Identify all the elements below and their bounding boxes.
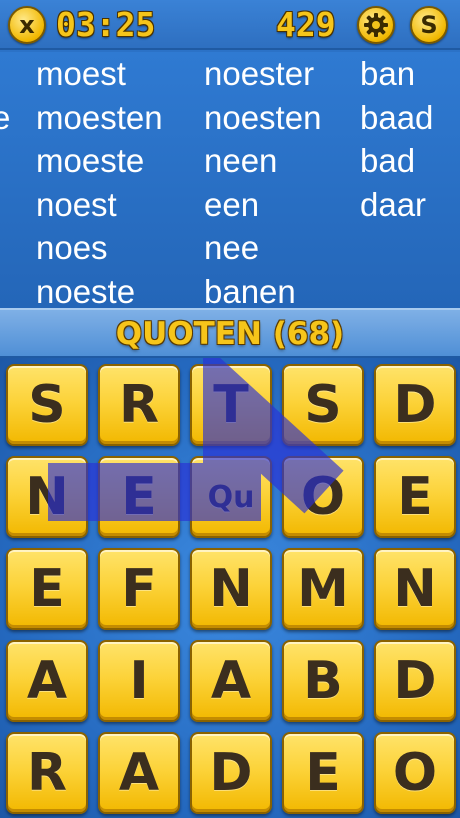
tile-letter: D xyxy=(393,651,437,711)
letter-board[interactable]: S R T S D N E Qu O E E F N M N A I A B D R A D E O xyxy=(0,358,460,818)
word-column-1: moest moesten moeste noest noes noeste xyxy=(36,52,163,308)
tile-letter: O xyxy=(300,467,346,527)
letter-tile[interactable]: R xyxy=(6,732,88,814)
letter-tile[interactable]: E xyxy=(282,732,364,814)
letter-tile[interactable]: B xyxy=(282,640,364,722)
tile-letter: S xyxy=(304,375,342,435)
tile-letter: D xyxy=(393,375,437,435)
word-column-2: noester noesten neen een nee banen xyxy=(204,52,321,308)
letter-tile[interactable]: D xyxy=(374,640,456,722)
word-item: moeste xyxy=(36,142,145,179)
letter-tile[interactable]: D xyxy=(190,732,272,814)
found-words-list: e moest moesten moeste noest noes noeste… xyxy=(0,52,460,308)
word-column-partial: e xyxy=(0,96,10,140)
tile-letter: T xyxy=(213,375,249,435)
close-icon: x xyxy=(19,11,35,39)
tile-letter: A xyxy=(210,651,252,711)
letter-tile[interactable]: E xyxy=(98,456,180,538)
letter-tile[interactable]: T xyxy=(190,364,272,446)
word-item: nee xyxy=(204,229,260,266)
top-bar: x 03:25 429 S xyxy=(0,0,460,50)
tile-letter: I xyxy=(129,651,149,711)
tile-letter: Qu xyxy=(207,479,255,515)
score: 429 xyxy=(276,5,336,44)
letter-tile[interactable]: S xyxy=(282,364,364,446)
tile-letter: M xyxy=(297,559,349,619)
tile-letter: D xyxy=(209,743,253,803)
tile-letter: B xyxy=(303,651,343,711)
tile-letter: R xyxy=(26,743,68,803)
letter-tile[interactable]: E xyxy=(6,548,88,630)
word-item: neen xyxy=(204,142,278,179)
tile-letter: E xyxy=(29,559,65,619)
tile-letter: E xyxy=(121,467,157,527)
word-item: baad xyxy=(360,98,434,136)
word-item: ban xyxy=(360,55,416,92)
word-item: e xyxy=(0,98,11,136)
word-item: noes xyxy=(36,229,108,266)
letter-tile[interactable]: M xyxy=(282,548,364,630)
word-column-3: ban baad bad daar xyxy=(360,52,433,226)
letter-tile[interactable]: O xyxy=(282,456,364,538)
word-item: banen xyxy=(204,272,296,309)
word-item: een xyxy=(204,185,260,223)
word-item: noester xyxy=(204,55,315,92)
letter-tile[interactable]: F xyxy=(98,548,180,630)
close-button[interactable]: x xyxy=(8,6,46,44)
letter-tile[interactable]: A xyxy=(190,640,272,722)
letter-tile[interactable]: A xyxy=(6,640,88,722)
word-item: noesten xyxy=(204,98,322,136)
word-item: noeste xyxy=(36,272,136,309)
tile-letter: S xyxy=(28,375,66,435)
tile-letter: A xyxy=(26,651,68,711)
letter-tile[interactable]: N xyxy=(374,548,456,630)
letter-tile[interactable]: R xyxy=(98,364,180,446)
word-item: moesten xyxy=(36,98,163,136)
coin-icon: S xyxy=(420,11,438,39)
tile-letter: E xyxy=(305,743,341,803)
letter-tile[interactable]: E xyxy=(374,456,456,538)
word-item: daar xyxy=(360,185,427,223)
letter-tile[interactable]: A xyxy=(98,732,180,814)
tile-letter: N xyxy=(25,467,69,527)
letter-tile[interactable]: D xyxy=(374,364,456,446)
tile-letter: F xyxy=(121,559,157,619)
tile-letter: O xyxy=(392,743,438,803)
letter-tile[interactable]: O xyxy=(374,732,456,814)
tile-letter: E xyxy=(397,467,433,527)
coins-button[interactable]: S xyxy=(410,6,448,44)
word-item: moest xyxy=(36,55,126,92)
letter-tile[interactable]: N xyxy=(6,456,88,538)
tile-letter: N xyxy=(393,559,437,619)
word-item: noest xyxy=(36,185,117,223)
letter-tile[interactable]: Qu xyxy=(190,456,272,538)
letter-tile[interactable]: I xyxy=(98,640,180,722)
letter-tile[interactable]: N xyxy=(190,548,272,630)
tile-letter: R xyxy=(118,375,160,435)
gear-icon xyxy=(364,13,388,37)
tile-letter: N xyxy=(209,559,253,619)
timer: 03:25 xyxy=(56,5,156,44)
current-word-banner: QUOTEN (68) xyxy=(0,308,460,358)
tile-letter: A xyxy=(118,743,160,803)
letter-tile[interactable]: S xyxy=(6,364,88,446)
word-item: bad xyxy=(360,142,416,179)
settings-button[interactable] xyxy=(357,6,395,44)
